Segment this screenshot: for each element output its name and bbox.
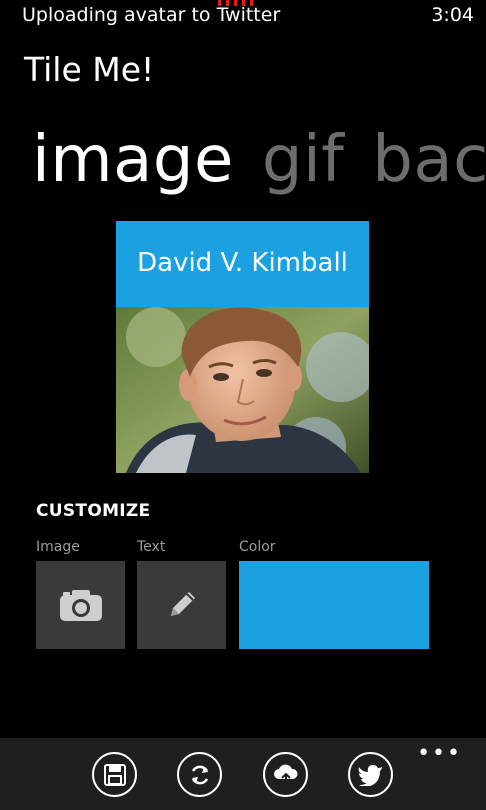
signal-strength-icon	[218, 0, 253, 6]
pivot-item-image[interactable]: image	[32, 120, 234, 200]
color-swatch-button[interactable]	[239, 561, 429, 649]
save-icon	[103, 763, 126, 786]
twitter-button[interactable]	[348, 752, 393, 797]
upload-cloud-icon	[273, 764, 298, 785]
more-options-button[interactable]: •••	[417, 741, 462, 766]
pivot-item-background[interactable]: bacl	[372, 120, 486, 200]
customize-heading: CUSTOMIZE	[36, 501, 151, 521]
refresh-icon	[191, 765, 208, 784]
status-time: 3:04	[431, 4, 474, 26]
pencil-icon	[170, 592, 195, 616]
image-label: Image	[36, 539, 80, 555]
choose-image-button[interactable]	[36, 561, 125, 649]
upload-button[interactable]	[263, 752, 308, 797]
refresh-button[interactable]	[177, 752, 222, 797]
avatar	[116, 307, 369, 473]
edit-text-button[interactable]	[137, 561, 226, 649]
pivot-header: image gif bacl	[32, 120, 486, 200]
twitter-icon	[358, 764, 382, 786]
text-label: Text	[137, 539, 166, 555]
color-label: Color	[239, 539, 276, 555]
app-bar: •••	[0, 738, 486, 810]
tile-preview: David V. Kimball	[116, 221, 369, 473]
pivot-item-gif[interactable]: gif	[262, 120, 344, 200]
status-message: Uploading avatar to Twitter	[22, 4, 281, 26]
save-button[interactable]	[92, 752, 137, 797]
camera-icon	[59, 590, 102, 621]
tile-name: David V. Kimball	[137, 248, 348, 278]
app-title: Tile Me!	[24, 50, 155, 89]
